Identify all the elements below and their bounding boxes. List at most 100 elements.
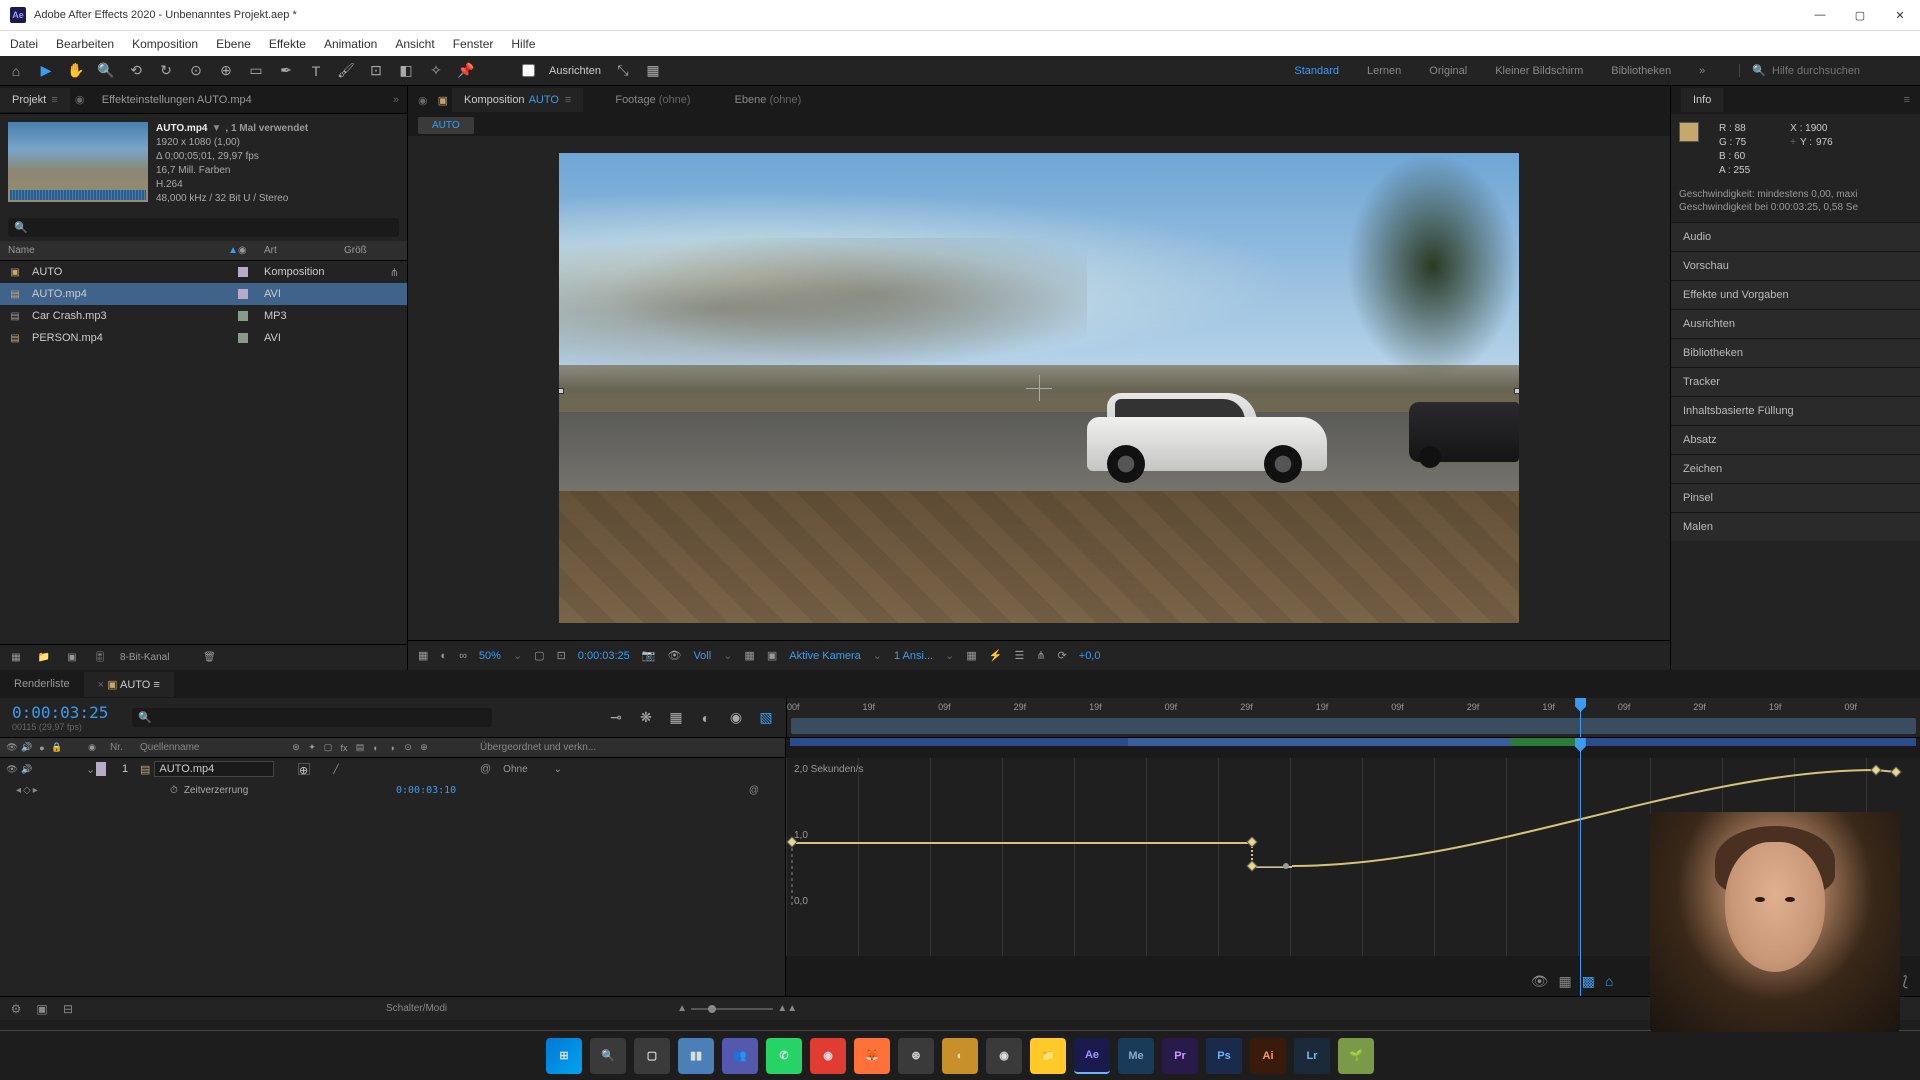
snap-grid-icon[interactable]: ▦ bbox=[645, 63, 661, 79]
panel-lock-icon[interactable]: ◉ bbox=[412, 94, 434, 107]
zoom-tool-icon[interactable]: 🔍 bbox=[98, 63, 114, 79]
workspace-standard[interactable]: Standard bbox=[1294, 65, 1339, 77]
work-area-bar[interactable] bbox=[791, 718, 1916, 734]
layer-duration-bar[interactable] bbox=[790, 738, 1916, 746]
section-effekte[interactable]: Effekte und Vorgaben bbox=[1671, 280, 1920, 309]
camera-tool-icon[interactable]: ⊙ bbox=[188, 63, 204, 79]
pixel-aspect-icon[interactable]: ▦ bbox=[966, 649, 976, 662]
add-kf-icon[interactable]: ◇ bbox=[23, 785, 31, 796]
audio-toggle[interactable]: 🔊 bbox=[21, 763, 33, 775]
col-label-icon[interactable]: ◉ bbox=[238, 245, 264, 256]
shy-icon[interactable]: ❋ bbox=[638, 710, 654, 726]
channel-icon[interactable]: ◐ bbox=[440, 650, 447, 662]
taskbar-app1[interactable]: ◉ bbox=[810, 1038, 846, 1074]
workspace-bibliotheken[interactable]: Bibliotheken bbox=[1611, 65, 1671, 77]
views-dropdown[interactable]: 1 Ansi... bbox=[894, 650, 933, 662]
twirl-icon[interactable]: ⌄ bbox=[86, 763, 96, 776]
workspace-lernen[interactable]: Lernen bbox=[1367, 65, 1401, 77]
prev-kf-icon[interactable]: ◂ bbox=[16, 785, 21, 796]
section-audio[interactable]: Audio bbox=[1671, 222, 1920, 251]
roto-tool-icon[interactable]: ✧ bbox=[428, 63, 444, 79]
selection-handle[interactable] bbox=[1514, 388, 1519, 394]
transparency-icon[interactable]: ▦ bbox=[744, 649, 754, 662]
selection-tool-icon[interactable]: ▶ bbox=[38, 63, 54, 79]
taskbar-premiere[interactable]: Pr bbox=[1162, 1038, 1198, 1074]
zoom-dropdown[interactable]: 50% bbox=[479, 650, 501, 662]
taskbar-photoshop[interactable]: Ps bbox=[1206, 1038, 1242, 1074]
tab-timeline-auto[interactable]: × ▣ AUTO ≡ bbox=[84, 672, 174, 697]
mode-sw[interactable]: ⊕ bbox=[298, 763, 310, 775]
property-zeitverzerrung[interactable]: ◂ ◇ ▸ ⏱Zeitverzerrung 0:00:03:10 @ bbox=[0, 780, 785, 800]
tab-komposition[interactable]: Komposition AUTO ≡ bbox=[452, 88, 583, 112]
selection-handle[interactable] bbox=[559, 388, 564, 394]
frame-blend-icon[interactable]: ▦ bbox=[668, 710, 684, 726]
section-absatz[interactable]: Absatz bbox=[1671, 425, 1920, 454]
hand-tool-icon[interactable]: ✋ bbox=[68, 63, 84, 79]
layer-name-input[interactable] bbox=[154, 761, 274, 777]
menu-animation[interactable]: Animation bbox=[324, 37, 377, 51]
puppet-tool-icon[interactable]: 📌 bbox=[458, 63, 474, 79]
switches-label[interactable]: Schalter/Modi bbox=[386, 1003, 447, 1014]
section-tracker[interactable]: Tracker bbox=[1671, 367, 1920, 396]
bpc-label[interactable]: 8-Bit-Kanal bbox=[120, 652, 169, 663]
col-size[interactable]: Größ bbox=[344, 245, 367, 256]
timeline-zoom-slider[interactable]: ▲▲▲ bbox=[677, 1003, 797, 1014]
pickwhip-icon[interactable]: @ bbox=[480, 763, 491, 775]
section-vorschau[interactable]: Vorschau bbox=[1671, 251, 1920, 280]
graph-editor-icon[interactable]: ▧ bbox=[758, 710, 774, 726]
eraser-tool-icon[interactable]: ◧ bbox=[398, 63, 414, 79]
brainstorm-icon[interactable]: ◉ bbox=[728, 710, 744, 726]
taskbar-obs[interactable]: ◉ bbox=[986, 1038, 1022, 1074]
menu-komposition[interactable]: Komposition bbox=[132, 37, 198, 51]
keyframe[interactable] bbox=[1870, 764, 1881, 775]
timeline-search-input[interactable] bbox=[152, 712, 486, 724]
workspace-more-icon[interactable]: » bbox=[1699, 65, 1705, 77]
align-checkbox[interactable] bbox=[522, 64, 535, 77]
tab-projekt[interactable]: Projekt ≡ bbox=[0, 88, 70, 112]
tab-effekteinstellungen[interactable]: Effekteinstellungen AUTO.mp4 bbox=[90, 88, 264, 112]
menu-fenster[interactable]: Fenster bbox=[453, 37, 494, 51]
taskbar-explorer[interactable]: 📁 bbox=[1030, 1038, 1066, 1074]
expression-pickwhip-icon[interactable]: @ bbox=[749, 785, 779, 796]
project-item-person[interactable]: ▤PERSON.mp4 AVI bbox=[0, 327, 407, 349]
layer-row-1[interactable]: 👁 🔊 ⌄ 1 ▤ ⊕ ╱ @ Ohne⌄ bbox=[0, 758, 785, 780]
project-search-input[interactable] bbox=[28, 222, 393, 234]
taskbar-app4[interactable]: 🌱 bbox=[1338, 1038, 1374, 1074]
snapshot-icon[interactable]: 📷 bbox=[642, 649, 656, 662]
interpret-footage-icon[interactable]: ▦ bbox=[8, 650, 24, 666]
menu-datei[interactable]: Datei bbox=[10, 37, 38, 51]
text-tool-icon[interactable]: T bbox=[308, 63, 324, 79]
res-toggle-icon[interactable]: ▢ bbox=[534, 649, 544, 662]
section-zeichen[interactable]: Zeichen bbox=[1671, 454, 1920, 483]
pan-behind-tool-icon[interactable]: ⊕ bbox=[218, 63, 234, 79]
solo-switch-icon[interactable]: ● bbox=[36, 742, 48, 754]
camera-dropdown[interactable]: Aktive Kamera bbox=[789, 650, 861, 662]
show-snapshot-icon[interactable]: 👁 bbox=[667, 649, 681, 662]
help-search-input[interactable] bbox=[1772, 65, 1912, 77]
bezier-handle[interactable] bbox=[1256, 866, 1286, 867]
roi-icon[interactable]: ⊡ bbox=[557, 649, 566, 662]
video-toggle[interactable]: 👁 bbox=[6, 763, 18, 775]
delete-icon[interactable]: 🗑 bbox=[201, 650, 217, 666]
tab-renderliste[interactable]: Renderliste bbox=[0, 672, 84, 696]
menu-ebene[interactable]: Ebene bbox=[216, 37, 251, 51]
start-button[interactable]: ⊞ bbox=[546, 1038, 582, 1074]
workspace-original[interactable]: Original bbox=[1429, 65, 1467, 77]
layer-label[interactable] bbox=[96, 762, 106, 776]
new-folder-icon[interactable]: 📁 bbox=[36, 650, 52, 666]
reset-exposure-icon[interactable]: ⟳ bbox=[1058, 649, 1067, 662]
snap-icon[interactable]: ⤡ bbox=[615, 63, 631, 79]
panel-menu-icon[interactable]: ≡ bbox=[1904, 94, 1910, 106]
fast-preview-icon[interactable]: ⚡ bbox=[989, 649, 1003, 662]
taskbar-me[interactable]: Me bbox=[1118, 1038, 1154, 1074]
composition-viewport[interactable] bbox=[559, 153, 1519, 623]
home-icon[interactable]: ⌂ bbox=[8, 63, 24, 79]
toggle-modes-icon[interactable]: ▣ bbox=[34, 1001, 50, 1017]
taskbar-taskview[interactable]: ▢ bbox=[634, 1038, 670, 1074]
comp-mini-flow-icon[interactable]: ⊸ bbox=[608, 710, 624, 726]
orbit-tool-icon[interactable]: ⟲ bbox=[128, 63, 144, 79]
audio-switch-icon[interactable]: 🔊 bbox=[21, 742, 33, 754]
section-malen[interactable]: Malen bbox=[1671, 512, 1920, 541]
tab-ebene[interactable]: Ebene (ohne) bbox=[723, 90, 814, 110]
next-kf-icon[interactable]: ▸ bbox=[33, 785, 38, 796]
